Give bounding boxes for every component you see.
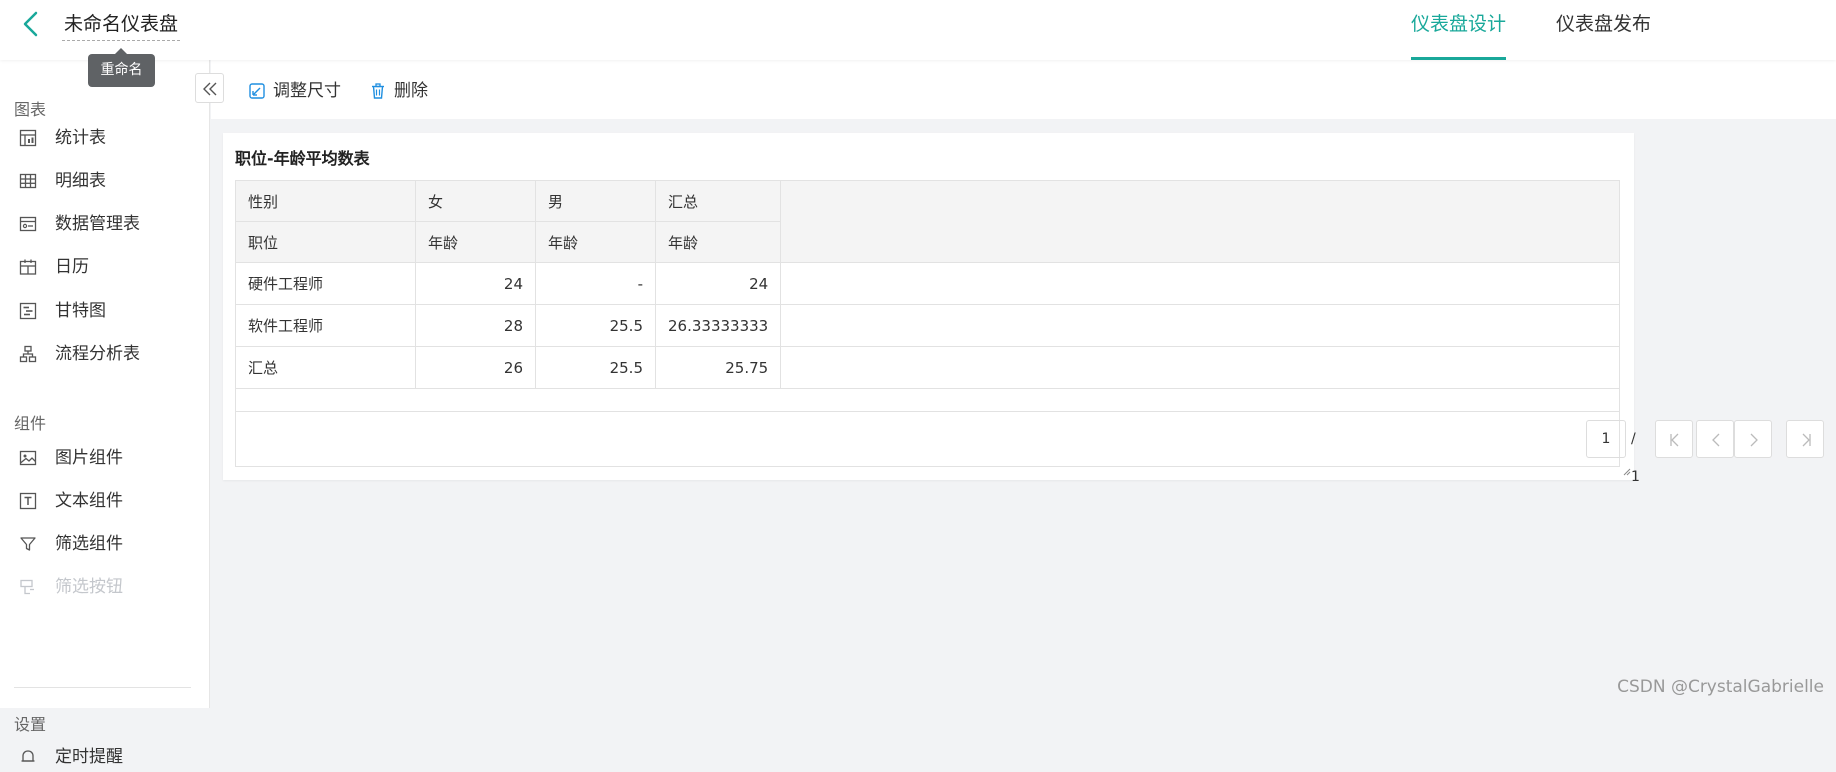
chevron-right-icon <box>1750 433 1758 447</box>
prev-page-button[interactable] <box>1696 420 1734 458</box>
resize-button[interactable]: 调整尺寸 <box>248 79 341 103</box>
sidebar-item-label: 统计表 <box>55 128 106 148</box>
top-bar: 未命名仪表盘 仪表盘设计 仪表盘发布 <box>0 0 1836 60</box>
back-button[interactable] <box>20 10 42 38</box>
table-cell: 28 <box>415 304 536 347</box>
toolbar: 调整尺寸 删除 <box>211 60 1836 119</box>
sidebar-item-label: 明细表 <box>55 171 106 191</box>
table-filler-cell <box>780 262 1620 305</box>
sidebar: 图表 统计表 明细表 数据管理表 日历 甘特图 流程分析表 组件 图片组件 文本… <box>0 60 210 767</box>
sidebar-item-label: 流程分析表 <box>55 344 140 364</box>
chevron-left-icon <box>1712 433 1720 447</box>
header-cell: 女 <box>415 180 536 222</box>
table-header-row: 性别 女 男 汇总 <box>235 180 1620 263</box>
first-page-icon <box>1670 433 1679 447</box>
tab-dashboard-design[interactable]: 仪表盘设计 <box>1411 0 1506 60</box>
last-page-button[interactable] <box>1786 420 1824 458</box>
sidebar-item-calendar[interactable]: 日历 <box>18 252 89 282</box>
delete-label: 删除 <box>394 81 428 101</box>
sidebar-item-filter[interactable]: 筛选组件 <box>18 529 123 559</box>
filter-button-icon <box>20 579 34 595</box>
table-cell: - <box>535 262 656 305</box>
widget-title: 职位-年龄平均数表 <box>235 149 370 168</box>
gantt-icon <box>19 302 37 320</box>
double-chevron-left-icon <box>203 82 217 96</box>
table-cell: 26 <box>415 346 536 389</box>
data-manage-icon <box>19 216 37 232</box>
grid-table-icon <box>19 173 37 189</box>
flow-icon <box>19 345 37 363</box>
sidebar-item-image[interactable]: 图片组件 <box>18 443 123 473</box>
trash-icon <box>372 83 384 99</box>
last-page-icon <box>1802 433 1811 447</box>
sidebar-item-detail-table[interactable]: 明细表 <box>18 166 106 196</box>
table-cell: 硬件工程师 <box>235 262 416 305</box>
table-cell: 24 <box>654 262 782 305</box>
table-filler-cell <box>780 304 1620 347</box>
page-number-input[interactable]: 1 <box>1586 420 1626 458</box>
collapse-sidebar-button[interactable] <box>195 73 224 103</box>
sidebar-divider <box>14 687 191 688</box>
pivot-table: 性别 女 男 汇总 职位 年龄 年龄 年龄 硬件工程师 24 - 24 软件工程… <box>235 180 1620 389</box>
sidebar-item-label: 筛选按钮 <box>55 577 123 597</box>
chevron-left-icon <box>23 11 38 37</box>
sidebar-item-label: 数据管理表 <box>55 214 140 234</box>
table-cell: 25.5 <box>535 304 656 347</box>
watermark: CSDN @CrystalGabrielle <box>1617 677 1824 697</box>
header-cell: 年龄 <box>535 221 656 263</box>
header-cell: 年龄 <box>415 221 536 263</box>
image-icon <box>19 450 37 466</box>
calendar-icon <box>19 259 37 275</box>
table-row: 软件工程师 28 25.5 26.33333333 <box>235 304 1620 347</box>
sidebar-item-label: 筛选组件 <box>55 534 123 554</box>
sidebar-item-stat-table[interactable]: 统计表 <box>18 123 106 153</box>
resize-label: 调整尺寸 <box>273 81 341 101</box>
stat-table-icon <box>19 129 37 147</box>
header-cell: 职位 <box>235 221 416 263</box>
sidebar-item-data-manage[interactable]: 数据管理表 <box>18 209 140 239</box>
first-page-button[interactable] <box>1655 420 1693 458</box>
filter-icon <box>20 537 36 551</box>
sidebar-item-label: 文本组件 <box>55 491 123 511</box>
header-cell: 年龄 <box>654 221 782 263</box>
header-filler <box>780 180 1620 263</box>
sidebar-item-filter-button: 筛选按钮 <box>18 572 123 602</box>
header-cell: 性别 <box>235 180 416 222</box>
sidebar-item-flow[interactable]: 流程分析表 <box>18 339 140 369</box>
sidebar-item-label: 定时提醒 <box>55 747 123 767</box>
table-cell: 26.33333333 <box>654 304 782 347</box>
dashboard-title[interactable]: 未命名仪表盘 <box>62 9 181 41</box>
sidebar-item-label: 日历 <box>55 257 89 277</box>
section-title-settings: 设置 <box>14 715 47 734</box>
text-icon <box>19 492 37 510</box>
page-total: / 1 <box>1631 431 1640 485</box>
table-cell: 25.75 <box>654 346 782 389</box>
table-row: 硬件工程师 24 - 24 <box>235 262 1620 305</box>
tab-dashboard-publish[interactable]: 仪表盘发布 <box>1556 0 1656 60</box>
table-cell: 24 <box>415 262 536 305</box>
table-widget[interactable]: 职位-年龄平均数表 性别 女 男 汇总 职位 年龄 年龄 年龄 硬件工程师 24… <box>223 133 1824 485</box>
bell-icon <box>21 750 35 762</box>
resize-handle-icon[interactable] <box>1623 468 1631 476</box>
sidebar-item-label: 甘特图 <box>55 301 106 321</box>
sidebar-item-label: 图片组件 <box>55 448 123 468</box>
table-row: 汇总 26 25.5 25.75 <box>235 346 1620 389</box>
next-page-button[interactable] <box>1734 420 1772 458</box>
section-title-charts: 图表 <box>14 100 47 119</box>
section-title-components: 组件 <box>14 414 47 433</box>
header-cell: 汇总 <box>654 180 782 222</box>
sidebar-item-reminder[interactable]: 定时提醒 <box>18 742 123 772</box>
header-cell: 男 <box>535 180 656 222</box>
pagination-bar <box>235 411 1620 467</box>
sidebar-item-gantt[interactable]: 甘特图 <box>18 296 106 326</box>
table-cell: 25.5 <box>535 346 656 389</box>
resize-icon <box>249 83 265 99</box>
table-cell: 汇总 <box>235 346 416 389</box>
sidebar-item-text[interactable]: 文本组件 <box>18 486 123 516</box>
table-cell: 软件工程师 <box>235 304 416 347</box>
table-spacer <box>235 387 1620 411</box>
table-filler-cell <box>780 346 1620 389</box>
delete-button[interactable]: 删除 <box>369 79 428 103</box>
rename-tooltip: 重命名 <box>88 48 155 87</box>
